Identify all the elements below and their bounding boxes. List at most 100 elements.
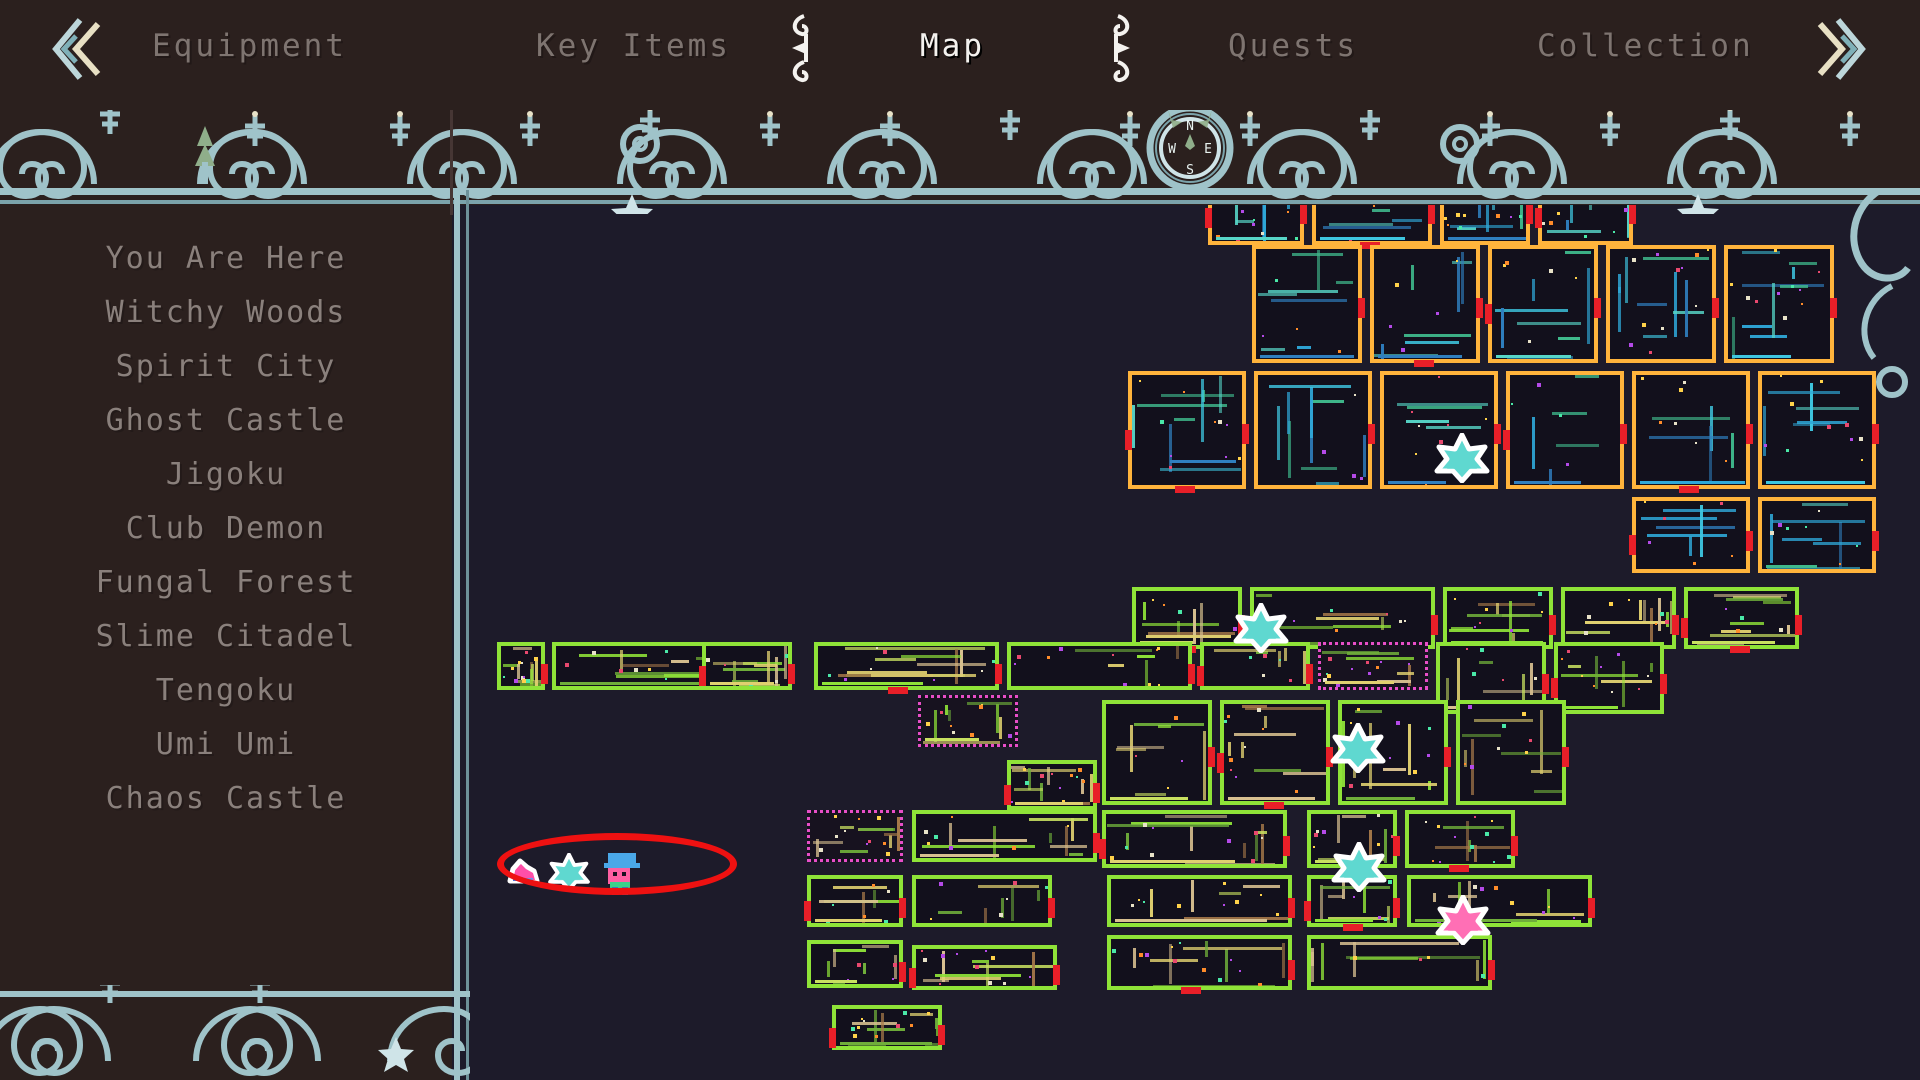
teal-save-star-marker bbox=[547, 852, 591, 892]
map-room[interactable] bbox=[1252, 245, 1362, 363]
sidebar-item-tengoku[interactable]: Tengoku bbox=[0, 664, 452, 718]
tab-map[interactable]: Map bbox=[920, 28, 985, 64]
map-door bbox=[1551, 678, 1558, 698]
location-list[interactable]: You Are Here Witchy Woods Spirit City Ghost… bbox=[0, 232, 452, 826]
tab-equipment[interactable]: Equipment bbox=[152, 28, 347, 64]
map-door bbox=[1264, 802, 1284, 809]
save-point-star-icon bbox=[1232, 602, 1290, 654]
map-door bbox=[1526, 205, 1533, 224]
map-room[interactable] bbox=[1554, 642, 1664, 714]
svg-text:W: W bbox=[1168, 142, 1176, 157]
map-door bbox=[1535, 207, 1542, 228]
tab-collection[interactable]: Collection bbox=[1537, 28, 1754, 64]
map-room[interactable] bbox=[912, 810, 1097, 862]
map-room[interactable] bbox=[1440, 205, 1530, 245]
map-door bbox=[1217, 752, 1224, 773]
tab-quests[interactable]: Quests bbox=[1228, 28, 1358, 64]
map-room[interactable] bbox=[1606, 245, 1716, 363]
map-room[interactable] bbox=[1102, 810, 1287, 868]
map-door bbox=[1872, 531, 1879, 552]
map-viewport[interactable] bbox=[452, 205, 1920, 1080]
map-room[interactable] bbox=[832, 1005, 942, 1050]
sidebar-item-fungal-forest[interactable]: Fungal Forest bbox=[0, 556, 452, 610]
map-room[interactable] bbox=[1724, 245, 1834, 363]
map-room[interactable] bbox=[1561, 587, 1676, 649]
map-room[interactable] bbox=[1758, 497, 1876, 573]
map-room[interactable] bbox=[918, 695, 1018, 747]
sidebar-item-ghost-castle[interactable]: Ghost Castle bbox=[0, 394, 452, 448]
map-door bbox=[995, 663, 1002, 684]
map-door bbox=[1830, 298, 1837, 319]
map-room[interactable] bbox=[1632, 497, 1750, 573]
sidebar-item-jigoku[interactable]: Jigoku bbox=[0, 448, 452, 502]
map-door bbox=[1306, 663, 1313, 684]
map-door bbox=[1414, 360, 1434, 367]
map-door bbox=[1283, 836, 1290, 857]
map-room[interactable] bbox=[497, 642, 545, 690]
map-door bbox=[1358, 298, 1365, 319]
map-room[interactable] bbox=[1007, 642, 1192, 690]
map-room[interactable] bbox=[1370, 245, 1480, 363]
map-room[interactable] bbox=[807, 810, 903, 862]
map-door bbox=[1660, 674, 1667, 695]
map-room[interactable] bbox=[702, 642, 792, 690]
map-room[interactable] bbox=[1456, 700, 1566, 805]
map-room[interactable] bbox=[1102, 700, 1212, 805]
map-door bbox=[1485, 304, 1492, 324]
sidebar-item-slime-citadel[interactable]: Slime Citadel bbox=[0, 610, 452, 664]
scroll-divider-left-icon bbox=[792, 14, 809, 83]
map-room[interactable] bbox=[1128, 371, 1246, 489]
map-door bbox=[1746, 531, 1753, 552]
map-door bbox=[1488, 959, 1495, 980]
map-room[interactable] bbox=[1132, 587, 1242, 649]
map-door bbox=[1048, 898, 1055, 919]
map-room[interactable] bbox=[1312, 205, 1432, 245]
map-room[interactable] bbox=[912, 875, 1052, 927]
map-door bbox=[1872, 424, 1879, 445]
map-room[interactable] bbox=[1488, 245, 1598, 363]
map-room[interactable] bbox=[1318, 642, 1428, 690]
sidebar-item-chaos-castle[interactable]: Chaos Castle bbox=[0, 772, 452, 826]
sidebar-item-you-are-here[interactable]: You Are Here bbox=[0, 232, 452, 286]
map-door bbox=[1549, 614, 1556, 635]
tab-key-items[interactable]: Key Items bbox=[536, 28, 731, 64]
map-room[interactable] bbox=[1538, 205, 1633, 245]
map-door bbox=[1368, 424, 1375, 445]
map-room[interactable] bbox=[1254, 371, 1372, 489]
map-room[interactable] bbox=[1758, 371, 1876, 489]
map-door bbox=[1004, 785, 1011, 805]
sidebar-item-umi-umi[interactable]: Umi Umi bbox=[0, 718, 452, 772]
map-room[interactable] bbox=[1007, 760, 1097, 810]
map-door bbox=[1300, 205, 1307, 224]
map-room[interactable] bbox=[1684, 587, 1799, 649]
double-chevron-right-icon[interactable] bbox=[1810, 16, 1872, 82]
map-room[interactable] bbox=[814, 642, 999, 690]
map-room[interactable] bbox=[1405, 810, 1515, 868]
double-chevron-left-icon[interactable] bbox=[46, 16, 108, 82]
map-room[interactable] bbox=[912, 945, 1057, 990]
compass-rose-icon: N E S W bbox=[1146, 104, 1234, 192]
map-room[interactable] bbox=[1208, 205, 1304, 245]
map-door bbox=[909, 967, 916, 988]
map-door bbox=[1672, 614, 1679, 635]
save-point-star-icon bbox=[1433, 432, 1491, 484]
top-navigation-bar[interactable]: Equipment Key Items Map Quests Collection bbox=[0, 0, 1920, 110]
map-door bbox=[1620, 424, 1627, 445]
svg-text:S: S bbox=[1186, 163, 1194, 178]
map-room[interactable] bbox=[1506, 371, 1624, 489]
map-door bbox=[541, 663, 548, 684]
map-door bbox=[1393, 898, 1400, 919]
map-room[interactable] bbox=[807, 940, 903, 988]
map-room[interactable] bbox=[1632, 371, 1750, 489]
map-room[interactable] bbox=[1107, 875, 1292, 927]
sidebar-item-witchy-woods[interactable]: Witchy Woods bbox=[0, 286, 452, 340]
map-door bbox=[1588, 898, 1595, 919]
pink-star-icon bbox=[1434, 894, 1492, 946]
map-room[interactable] bbox=[1220, 700, 1330, 805]
map-room[interactable] bbox=[807, 875, 903, 927]
map-room[interactable] bbox=[1107, 935, 1292, 990]
sidebar-item-spirit-city[interactable]: Spirit City bbox=[0, 340, 452, 394]
map-room[interactable] bbox=[1443, 587, 1553, 649]
sidebar-item-club-demon[interactable]: Club Demon bbox=[0, 502, 452, 556]
location-sidebar: You Are Here Witchy Woods Spirit City Ghost… bbox=[0, 110, 452, 1080]
